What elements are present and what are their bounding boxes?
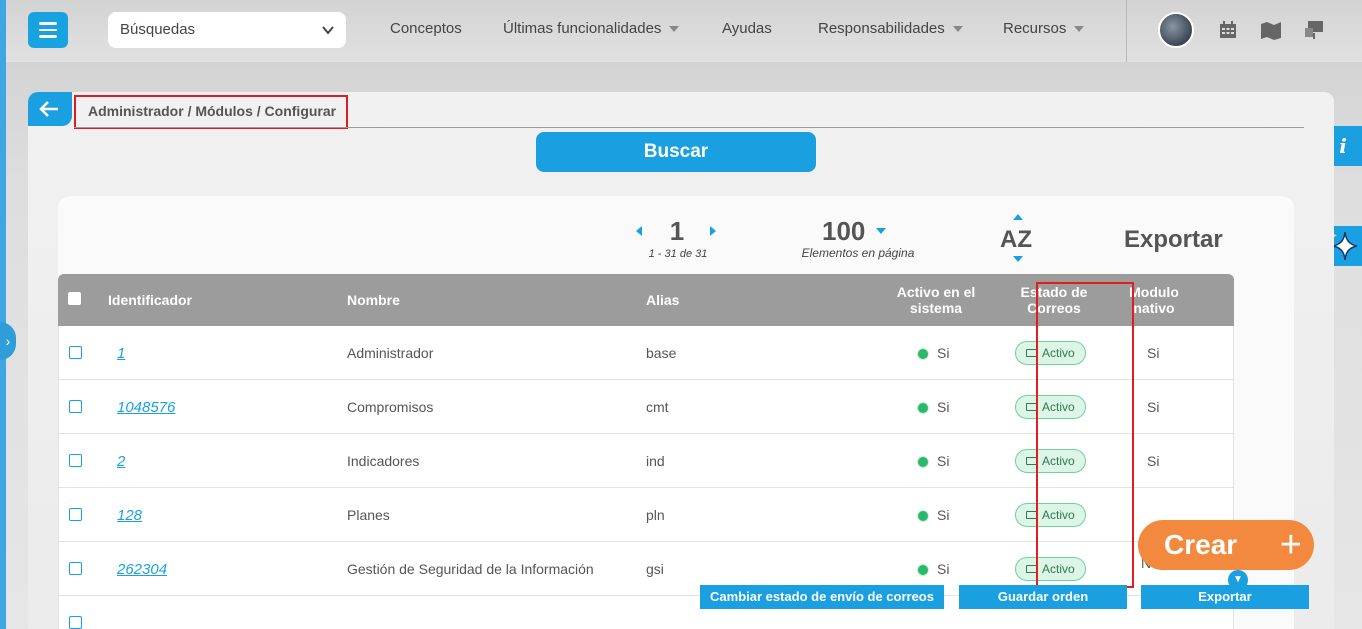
row-alias: base bbox=[646, 345, 677, 361]
top-bar: Búsquedas Conceptos Últimas funcionalida… bbox=[6, 0, 1362, 62]
row-nombre: Administrador bbox=[347, 345, 434, 361]
plus-icon: + bbox=[1279, 524, 1302, 566]
row-id[interactable]: 2 bbox=[117, 434, 125, 488]
row-alias: ind bbox=[646, 453, 665, 469]
change-email-status-button[interactable]: Cambiar estado de envío de correos bbox=[700, 585, 944, 609]
row-activo: Si bbox=[917, 488, 949, 542]
nav-ultimas-funcionalidades[interactable]: Últimas funcionalidades bbox=[503, 20, 680, 37]
left-accent-strip bbox=[0, 0, 6, 629]
row-nativo: Si bbox=[1147, 399, 1160, 415]
col-nombre[interactable]: Nombre bbox=[347, 292, 400, 308]
row-nombre: Indicadores bbox=[347, 453, 420, 469]
nav-conceptos[interactable]: Conceptos bbox=[390, 20, 462, 37]
nav-responsabilidades[interactable]: Responsabilidades bbox=[818, 20, 963, 37]
row-activo: Si bbox=[917, 434, 949, 488]
search-select[interactable]: Búsquedas bbox=[108, 12, 346, 48]
row-id[interactable]: 1048576 bbox=[117, 380, 175, 434]
status-dot-icon bbox=[917, 456, 929, 469]
chevron-down-icon bbox=[322, 12, 334, 62]
caret-down-icon[interactable] bbox=[876, 228, 886, 234]
create-button[interactable]: Crear + bbox=[1138, 520, 1314, 570]
search-select-value: Búsquedas bbox=[120, 21, 196, 38]
sort-button[interactable]: AZ bbox=[1000, 226, 1032, 254]
col-activo[interactable]: Activo en el sistema bbox=[886, 284, 986, 316]
status-dot-icon bbox=[917, 348, 929, 361]
presentation-icon[interactable] bbox=[1304, 20, 1324, 40]
info-icon: i bbox=[1339, 134, 1347, 158]
hamburger-menu-button[interactable] bbox=[28, 12, 68, 48]
topbar-divider bbox=[1126, 0, 1127, 62]
row-checkbox[interactable] bbox=[69, 562, 82, 575]
row-alias: pln bbox=[646, 507, 665, 523]
page-number: 1 bbox=[669, 216, 685, 246]
nav-ayudas[interactable]: Ayudas bbox=[722, 20, 772, 37]
select-all-checkbox[interactable] bbox=[68, 292, 81, 305]
arrow-left-icon bbox=[39, 101, 58, 117]
row-alias: cmt bbox=[646, 399, 669, 415]
row-nombre: Planes bbox=[347, 507, 390, 523]
status-dot-icon bbox=[917, 564, 929, 577]
row-id[interactable]: 128 bbox=[117, 488, 142, 542]
estado-correos-highlight bbox=[1036, 282, 1134, 588]
user-avatar[interactable] bbox=[1158, 12, 1194, 48]
sort-up-icon[interactable] bbox=[1013, 214, 1023, 220]
caret-down-icon bbox=[669, 26, 680, 33]
row-activo: Si bbox=[917, 380, 949, 434]
chevron-right-icon: › bbox=[5, 333, 11, 349]
save-order-button[interactable]: Guardar orden bbox=[959, 585, 1127, 609]
row-alias: gsi bbox=[646, 561, 664, 577]
row-nombre: Gestión de Seguridad de la Información bbox=[347, 561, 594, 577]
row-checkbox[interactable] bbox=[69, 616, 82, 629]
col-identificador[interactable]: Identificador bbox=[108, 292, 192, 308]
row-nativo: Si bbox=[1147, 453, 1160, 469]
header-divider bbox=[74, 127, 1304, 128]
col-alias[interactable]: Alias bbox=[646, 292, 679, 308]
calendar-icon[interactable] bbox=[1218, 20, 1238, 40]
row-nativo: Si bbox=[1147, 345, 1160, 361]
map-icon[interactable] bbox=[1260, 20, 1281, 40]
export-link[interactable]: Exportar bbox=[1124, 226, 1223, 254]
row-checkbox[interactable] bbox=[69, 454, 82, 467]
search-button[interactable]: Buscar bbox=[536, 132, 816, 172]
row-checkbox[interactable] bbox=[69, 346, 82, 359]
row-id[interactable]: 262304 bbox=[117, 542, 167, 596]
row-nombre: Compromisos bbox=[347, 399, 434, 415]
back-button[interactable] bbox=[28, 92, 72, 126]
per-page-value[interactable]: 100 bbox=[822, 216, 865, 247]
caret-down-icon bbox=[1074, 26, 1085, 33]
left-expand-tab[interactable]: › bbox=[0, 322, 16, 360]
breadcrumb: Administrador / Módulos / Configurar bbox=[88, 103, 337, 119]
row-id[interactable]: 1 bbox=[117, 326, 125, 380]
next-page-icon[interactable] bbox=[710, 226, 716, 236]
export-button[interactable]: Exportar bbox=[1141, 585, 1309, 609]
sort-down-icon[interactable] bbox=[1013, 256, 1023, 262]
page-range: 1 - 31 de 31 bbox=[648, 248, 708, 260]
row-checkbox[interactable] bbox=[69, 508, 82, 521]
per-page-label: Elementos en página bbox=[801, 246, 915, 260]
caret-down-icon bbox=[952, 26, 963, 33]
prev-page-icon[interactable] bbox=[636, 226, 642, 236]
status-dot-icon bbox=[917, 402, 929, 415]
row-checkbox[interactable] bbox=[69, 400, 82, 413]
status-dot-icon bbox=[917, 510, 929, 523]
row-activo: Si bbox=[917, 326, 949, 380]
nav-recursos[interactable]: Recursos bbox=[1003, 20, 1085, 37]
